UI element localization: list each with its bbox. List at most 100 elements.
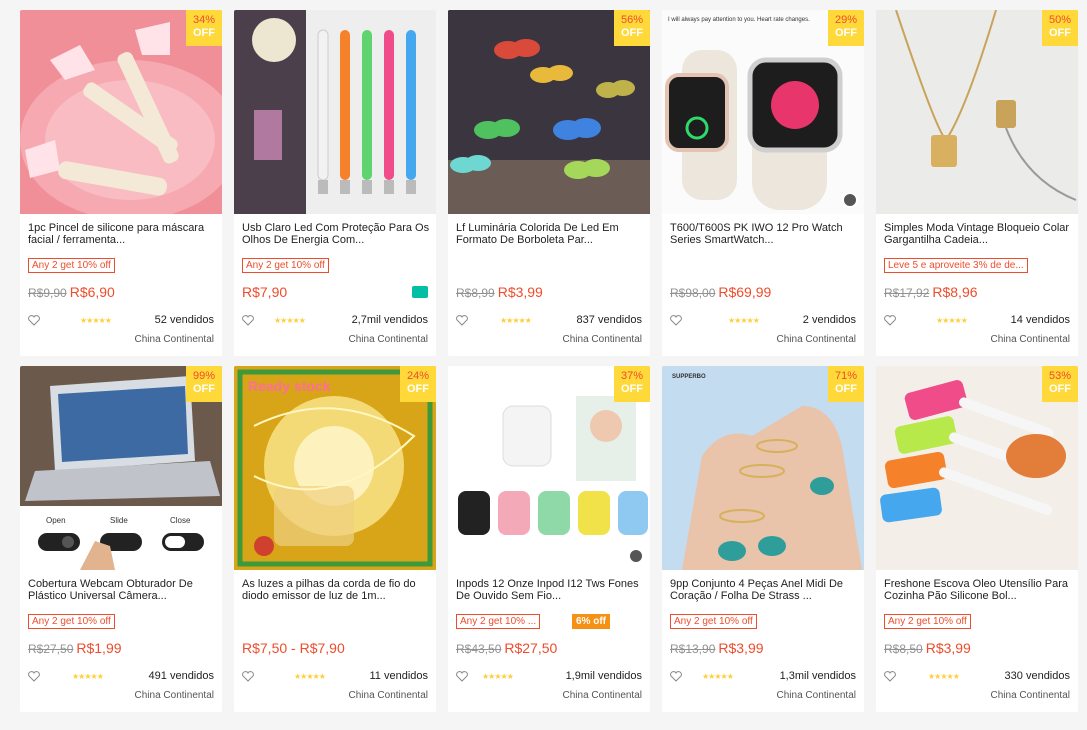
rating-stars: ★★★★★ <box>72 672 104 681</box>
product-image[interactable]: 37% OFF <box>448 366 650 570</box>
product-title: Simples Moda Vintage Bloqueio Colar Garg… <box>884 222 1070 246</box>
product-card[interactable]: Usb Claro Led Com Proteção Para Os Olhos… <box>234 10 436 356</box>
product-title: Freshone Escova Oleo Utensílio Para Cozi… <box>884 578 1069 602</box>
product-image[interactable]: Ready stock 24% OFF <box>234 366 436 570</box>
location: China Continental <box>134 690 215 701</box>
product-title: Lf Luminária Colorida De Led Em Formato … <box>456 222 619 246</box>
heart-icon[interactable] <box>28 671 40 682</box>
sale-price: R$3,99 <box>718 640 764 656</box>
usb-led-image <box>234 10 416 214</box>
heart-icon[interactable] <box>670 315 682 326</box>
original-price: R$9,90 <box>28 286 67 300</box>
price-block: R$8,99 R$3,99 <box>456 284 543 300</box>
rating-stars: ★★★★★ <box>500 316 532 325</box>
location: China Continental <box>776 690 857 701</box>
product-image[interactable]: 56% OFF <box>448 10 650 214</box>
sold-count: 2 vendidos <box>802 314 856 326</box>
product-card[interactable]: SUPPERBO 71% OFF 9pp Conjunto 4 Peças Ane… <box>662 366 864 712</box>
product-image[interactable]: 53% OFF <box>876 366 1078 570</box>
location: China Continental <box>348 334 429 345</box>
original-price: R$8,99 <box>456 286 495 300</box>
label-open: Open <box>46 516 66 525</box>
product-image[interactable]: SUPPERBO 71% OFF <box>662 366 864 570</box>
location: China Continental <box>134 334 215 345</box>
sale-price: R$3,99 <box>925 640 971 656</box>
promo-tag: Any 2 get 10% off <box>28 258 115 273</box>
heart-icon[interactable] <box>28 315 40 326</box>
price-block: R$13,90 R$3,99 <box>670 640 764 656</box>
sale-price: R$6,90 <box>69 284 115 300</box>
product-card[interactable]: I will always pay attention to you. Hear… <box>662 10 864 356</box>
product-card[interactable]: Open Slide Close 99% OFF Cobertura Webcam… <box>20 366 222 712</box>
sold-count: 2,7mil vendidos <box>351 314 428 326</box>
price-block: R$8,50 R$3,99 <box>884 640 971 656</box>
product-image[interactable]: Open Slide Close 99% OFF <box>20 366 222 570</box>
price-block: R$43,50 R$27,50 <box>456 640 557 656</box>
rating-stars: ★★★★★ <box>928 672 960 681</box>
label-close: Close <box>170 516 191 525</box>
heart-icon[interactable] <box>456 671 468 682</box>
product-title: 1pc Pincel de silicone para máscara faci… <box>28 222 205 246</box>
heart-icon[interactable] <box>670 671 682 682</box>
product-image[interactable]: 50% OFF <box>876 10 1078 214</box>
sold-count: 52 vendidos <box>154 314 214 326</box>
product-card[interactable]: 53% OFF Freshone Escova Oleo Utensílio Pa… <box>876 366 1078 712</box>
discount-badge: 53% OFF <box>1042 366 1078 402</box>
discount-badge: 24% OFF <box>400 366 436 402</box>
promo-tag: Any 2 get 10% off <box>670 614 757 629</box>
product-card[interactable]: Ready stock 24% OFF As luzes a pilhas da … <box>234 366 436 712</box>
product-card[interactable]: 50% OFF Simples Moda Vintage Bloqueio Col… <box>876 10 1078 356</box>
video-icon <box>628 548 644 564</box>
location: China Continental <box>562 334 643 345</box>
product-title: T600/T600S PK IWO 12 Pro Watch Series Sm… <box>670 222 843 246</box>
original-price: R$43,50 <box>456 642 502 656</box>
product-image[interactable]: 34% OFF <box>20 10 222 214</box>
sold-count: 1,3mil vendidos <box>779 670 856 682</box>
watch-caption: I will always pay attention to you. Hear… <box>668 17 810 23</box>
promo-tag: Any 2 get 10% off <box>28 614 115 629</box>
discount-badge: 34% OFF <box>186 10 222 46</box>
product-grid: 34% OFF 1pc Pincel de silicone para másca… <box>0 0 1087 730</box>
product-card[interactable]: 37% OFF Inpods 12 Onze Inpod I12 Tws Fone… <box>448 366 650 712</box>
sold-count: 837 vendidos <box>576 314 642 326</box>
heart-icon[interactable] <box>242 671 254 682</box>
discount-badge: 56% OFF <box>614 10 650 46</box>
sold-count: 330 vendidos <box>1004 670 1070 682</box>
heart-icon[interactable] <box>242 315 254 326</box>
price-block: R$17,92 R$8,96 <box>884 284 978 300</box>
price-block: R$9,90 R$6,90 <box>28 284 115 300</box>
sale-price: R$69,99 <box>718 284 772 300</box>
location: China Continental <box>776 334 857 345</box>
product-card[interactable]: 34% OFF 1pc Pincel de silicone para másca… <box>20 10 222 356</box>
location: China Continental <box>348 690 429 701</box>
rating-stars: ★★★★★ <box>80 316 112 325</box>
heart-icon[interactable] <box>884 671 896 682</box>
rating-stars: ★★★★★ <box>728 316 760 325</box>
sale-price: R$8,96 <box>932 284 978 300</box>
product-image[interactable]: I will always pay attention to you. Hear… <box>662 10 864 214</box>
promo-tag: Any 2 get 10% off <box>242 258 329 273</box>
original-price: R$8,50 <box>884 642 923 656</box>
promo-tag: Leve 5 e aproveite 3% de de... <box>884 258 1028 273</box>
product-image[interactable] <box>234 10 436 214</box>
free-shipping-truck-icon <box>412 286 428 298</box>
sale-price: R$7,90 <box>242 284 288 300</box>
location: China Continental <box>990 690 1071 701</box>
price-block: R$7,90 <box>242 284 287 300</box>
sold-count: 11 vendidos <box>369 670 428 682</box>
location: China Continental <box>562 690 643 701</box>
discount-badge: 29% OFF <box>828 10 864 46</box>
product-title: Inpods 12 Onze Inpod I12 Tws Fones De Ou… <box>456 578 639 602</box>
heart-icon[interactable] <box>884 315 896 326</box>
promo-tag: Any 2 get 10% ... <box>456 614 541 629</box>
product-card[interactable]: 56% OFF Lf Luminária Colorida De Led Em F… <box>448 10 650 356</box>
product-title: Cobertura Webcam Obturador De Plástico U… <box>28 578 193 602</box>
heart-icon[interactable] <box>456 315 468 326</box>
original-price: R$27,50 <box>28 642 74 656</box>
product-title: 9pp Conjunto 4 Peças Anel Midi De Coraçã… <box>670 578 844 602</box>
original-price: R$17,92 <box>884 286 930 300</box>
original-price: R$13,90 <box>670 642 716 656</box>
discount-badge: 37% OFF <box>614 366 650 402</box>
rating-stars: ★★★★★ <box>482 672 514 681</box>
location: China Continental <box>990 334 1071 345</box>
